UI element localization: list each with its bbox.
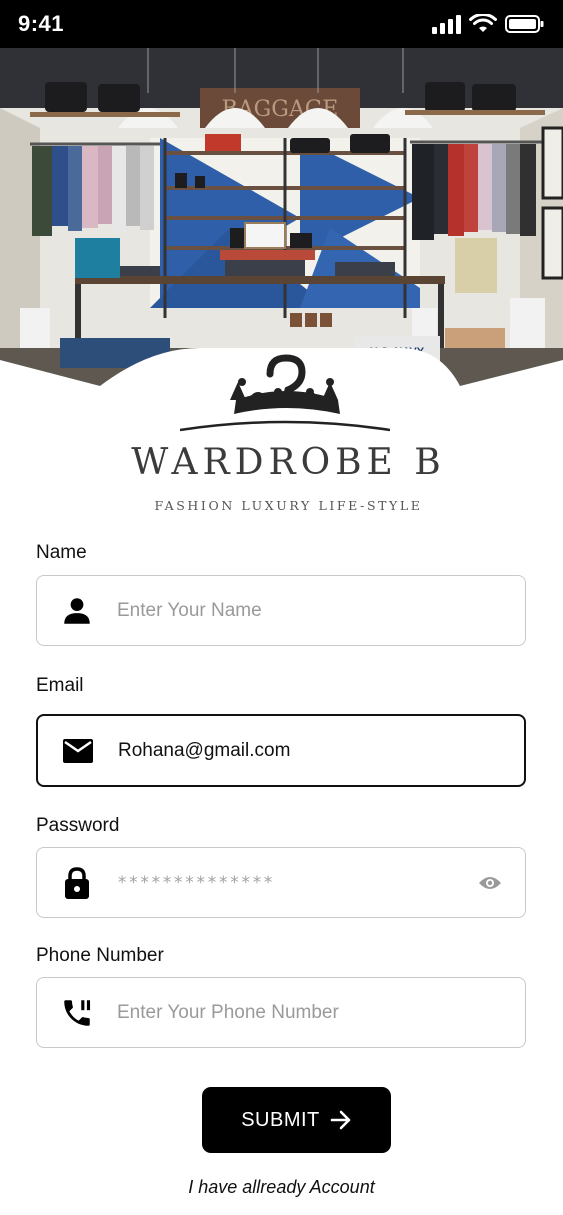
- phone-paused-icon: [37, 978, 117, 1047]
- submit-label: SUBMIT: [241, 1108, 320, 1131]
- arrow-right-icon: [330, 1110, 351, 1130]
- cellular-signal-icon: [432, 15, 461, 34]
- crown-hanger-logo-icon: [180, 354, 390, 432]
- name-label: Name: [36, 542, 87, 563]
- password-field[interactable]: **************: [36, 847, 526, 918]
- name-input[interactable]: [117, 576, 525, 645]
- submit-button[interactable]: SUBMIT: [202, 1087, 391, 1153]
- status-icons: [431, 14, 545, 34]
- phone-field[interactable]: [36, 977, 526, 1048]
- show-password-eye-icon[interactable]: [455, 848, 525, 917]
- status-bar: 9:41: [0, 0, 563, 48]
- status-time: 9:41: [18, 11, 65, 36]
- name-field[interactable]: [36, 575, 526, 646]
- phone-label: Phone Number: [36, 945, 164, 966]
- brand-title: WARDROBE B: [131, 442, 446, 483]
- person-icon: [37, 576, 117, 645]
- email-field[interactable]: [36, 714, 526, 787]
- email-label: Email: [36, 675, 84, 696]
- wifi-icon: [469, 14, 497, 32]
- hero-store-image: BAGGAGE: [0, 48, 563, 393]
- password-input[interactable]: **************: [117, 873, 455, 893]
- email-input[interactable]: [118, 716, 524, 785]
- password-label: Password: [36, 815, 120, 836]
- envelope-icon: [38, 716, 118, 785]
- phone-input[interactable]: [117, 978, 525, 1047]
- have-account-link[interactable]: I have allready Account: [0, 1177, 563, 1198]
- brand-tagline: FASHION LUXURY LIFE-STYLE: [154, 498, 423, 513]
- battery-icon: [505, 15, 544, 33]
- lock-icon: [37, 848, 117, 917]
